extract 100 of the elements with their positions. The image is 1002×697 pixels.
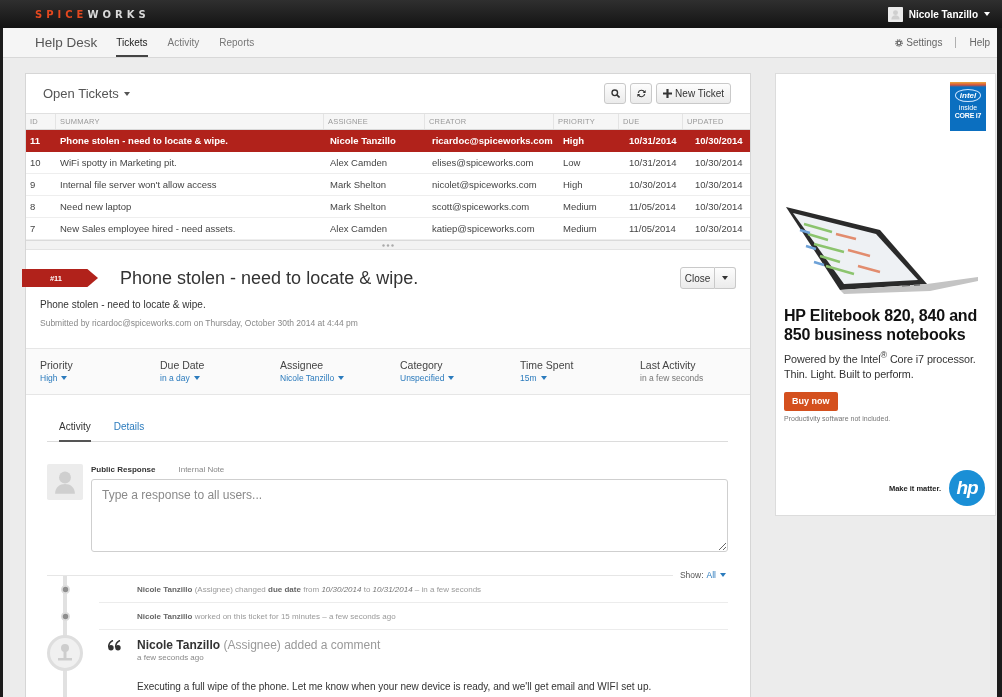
ticket-description: Phone stolen - need to locate & wipe. [40, 298, 207, 312]
submitted-info: Submitted by ricardoc@spiceworks.com on Thursday, October 30th 2014 at 4:44 pm [40, 317, 359, 329]
field-label: Time Spent [520, 358, 574, 372]
table-cell-text: 10 [29, 156, 42, 170]
view-dropdown[interactable]: Open Tickets [43, 86, 130, 101]
comment-time: a few seconds ago [137, 652, 205, 663]
gear-icon [895, 38, 904, 47]
caret-icon [123, 91, 130, 96]
table-cell-text: 10/31/2014 [628, 156, 678, 170]
close-button[interactable]: Close [680, 267, 715, 289]
table-cell-text: Mark Shelton [329, 200, 387, 214]
response-field[interactable]: Type a response to all users... [91, 479, 728, 552]
table-row[interactable]: 9 Internal file server won't allow access Mark Shelton nicolet@spiceworks.com High 10/30/2014 10/30/2014 [26, 174, 750, 196]
table-cell-text: High [562, 134, 586, 148]
caret-icon [722, 276, 728, 280]
grip-icon [382, 243, 394, 247]
table-cell-text: Internal file server won't allow access [59, 178, 218, 192]
filter-dropdown[interactable]: All [706, 570, 726, 580]
refresh-icon [636, 89, 646, 98]
search-button[interactable] [604, 83, 627, 104]
ad-headline: HP Elitebook 820, 840 and 850 business notebooks [784, 306, 978, 344]
table-cell-text: 10/31/2014 [628, 134, 678, 148]
filter-label: Show: [679, 570, 704, 580]
app-title: Help Desk [35, 35, 98, 50]
response-tab[interactable]: Internal Note [178, 464, 225, 474]
table-cell-text: katiep@spiceworks.com [431, 222, 536, 236]
caret-icon [193, 376, 200, 380]
settings-link[interactable]: Settings [895, 37, 943, 48]
table-cell-text: 11/05/2014 [628, 222, 677, 236]
table-cell-text: Mark Shelton [329, 178, 387, 192]
quote-icon [108, 640, 121, 651]
table-cell-text: 10/30/2014 [694, 134, 744, 148]
search-icon [610, 89, 620, 98]
table-cell-text: 10/30/2014 [628, 178, 678, 192]
ad-text: Powered by the Intel$^{®}$ Core i7 processor. [784, 349, 977, 367]
brand-logo: hp [949, 470, 985, 506]
table-cell-text: 11 [29, 134, 42, 148]
buy-now-button[interactable]: Buy now [784, 391, 838, 411]
table-cell-text: ricardoc@spiceworks.com [431, 134, 554, 148]
table-cell-text: Need new laptop [59, 200, 133, 214]
table-cell-text: Alex Camden [329, 222, 389, 236]
field-label: Assignee [280, 358, 324, 372]
new-ticket-button[interactable]: New Ticket [656, 83, 731, 104]
table-cell-text: WiFi spotty in Marketing pit. [59, 156, 178, 170]
table-cell-text: Medium [562, 200, 598, 214]
field-label: Due Date [160, 358, 205, 372]
caret-icon [540, 376, 547, 380]
caret-icon [720, 573, 726, 577]
ticket-title: Phone stolen - need to locate & wipe. [120, 267, 419, 289]
field-label: Last Activity [640, 358, 696, 372]
nav-tab[interactable]: Reports [219, 28, 255, 57]
caret-icon [338, 376, 345, 380]
user-menu[interactable]: Nicole Tanzillo [887, 6, 990, 22]
table-cell-text: Alex Camden [329, 156, 389, 170]
field-dropdown[interactable]: in a day [160, 372, 200, 384]
nav-tab[interactable]: Tickets [116, 28, 148, 57]
field-dropdown[interactable]: Unspecified [400, 372, 455, 384]
splitter-handle[interactable] [26, 240, 750, 250]
activity-tab[interactable]: Details [113, 412, 145, 442]
table-row[interactable]: 8 Need new laptop Mark Shelton scott@spiceworks.com Medium 11/05/2014 10/30/2014 [26, 196, 750, 218]
help-link[interactable]: Help [969, 37, 990, 48]
avatar-icon [47, 635, 83, 671]
field-dropdown[interactable]: 15m [520, 372, 547, 384]
table-cell-text: 10/30/2014 [694, 222, 744, 236]
table-cell-text: Nicole Tanzillo [329, 134, 397, 148]
timeline-dot-icon [60, 585, 70, 594]
app-logo: SPICE WORKS [35, 8, 150, 20]
table-cell-text: 10/30/2014 [694, 200, 744, 214]
table-cell-text: 7 [29, 222, 37, 236]
table-cell-text: nicolet@spiceworks.com [431, 178, 538, 192]
field-dropdown[interactable]: Nicole Tanzillo [280, 372, 345, 384]
field-value: in a few seconds [640, 372, 704, 384]
table-cell-text: elises@spiceworks.com [431, 156, 535, 170]
activity-event-text: Nicole Tanzillo worked on this ticket for 15 minutes – a few seconds ago [137, 611, 396, 621]
table-cell-text: Phone stolen - need to locate & wipe. [59, 134, 229, 148]
table-cell-text: Medium [562, 222, 598, 236]
field-label: Priority [40, 358, 73, 372]
ad-text: Thin. Light. Built to perform. [784, 366, 915, 382]
field-label: Category [400, 358, 443, 372]
table-cell-text: scott@spiceworks.com [431, 200, 531, 214]
table-cell-text: 11/05/2014 [628, 200, 677, 214]
table-cell-text: 9 [29, 178, 37, 192]
caret-icon [61, 376, 68, 380]
table-row[interactable]: 10 WiFi spotty in Marketing pit. Alex Camden elises@spiceworks.com Low 10/31/2014 10/30/2014 [26, 152, 750, 174]
close-menu-button[interactable] [715, 267, 736, 289]
nav-tab[interactable]: Activity [167, 28, 200, 57]
caret-icon [984, 12, 990, 16]
table-cell-text: 10/30/2014 [694, 156, 744, 170]
table-cell-text: Low [562, 156, 582, 170]
table-row[interactable]: 11 Phone stolen - need to locate & wipe. Nicole Tanzillo ricardoc@spiceworks.com High 10/31/2014 10/30/2014 [26, 130, 750, 152]
response-tab[interactable]: Public Response [91, 464, 156, 474]
table-cell-text: High [562, 178, 584, 192]
table-cell-text: 10/30/2014 [694, 178, 744, 192]
activity-event-text: Nicole Tanzillo (Assignee) changed due date from 10/30/2014 to 10/31/2014 – in a few seconds [137, 584, 482, 594]
comment-text: Executing a full wipe of the phone. Let me know when your new device is ready, and we'll get email and WIFI set up. [137, 680, 652, 694]
field-dropdown[interactable]: High [40, 372, 68, 384]
table-cell-text: New Sales employee hired - need assets. [59, 222, 237, 236]
refresh-button[interactable] [630, 83, 653, 104]
activity-tab[interactable]: Activity [59, 412, 91, 442]
avatar-icon [887, 6, 903, 22]
